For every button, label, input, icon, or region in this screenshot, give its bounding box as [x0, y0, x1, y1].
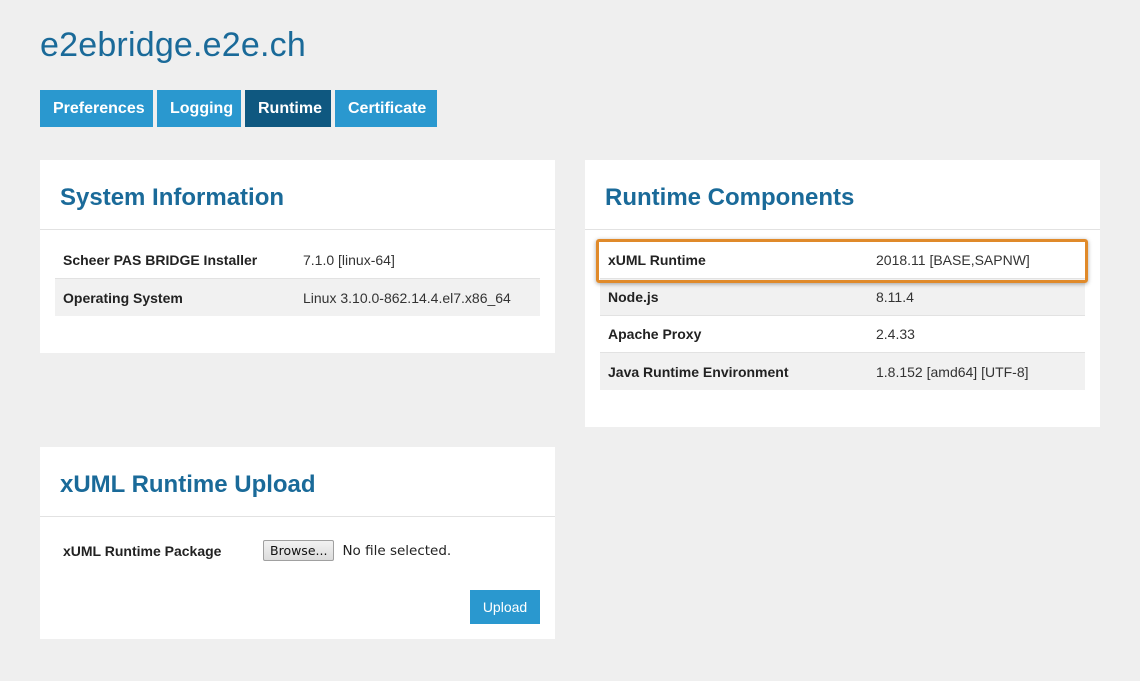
xuml-runtime-upload-panel: xUML Runtime Upload xUML Runtime Package… [40, 447, 555, 639]
table-row-xuml-runtime: xUML Runtime 2018.11 [BASE,SAPNW] [600, 242, 1085, 279]
tab-preferences[interactable]: Preferences [40, 90, 153, 127]
table-row: Operating System Linux 3.10.0-862.14.4.e… [55, 279, 540, 316]
package-label: xUML Runtime Package [63, 542, 222, 559]
table-row: Java Runtime Environment 1.8.152 [amd64]… [600, 353, 1085, 390]
row-value: 8.11.4 [876, 289, 914, 305]
browse-button[interactable]: Browse... [263, 540, 335, 561]
tab-runtime[interactable]: Runtime [245, 90, 331, 127]
row-key: Scheer PAS BRIDGE Installer [63, 252, 258, 268]
runtime-components-table: xUML Runtime 2018.11 [BASE,SAPNW] Node.j… [600, 242, 1085, 390]
row-key: Node.js [608, 289, 659, 305]
row-value: 1.8.152 [amd64] [UTF-8] [876, 363, 1029, 380]
table-row: Node.js 8.11.4 [600, 279, 1085, 316]
table-row: Apache Proxy 2.4.33 [600, 316, 1085, 353]
panel-title: Runtime Components [605, 184, 855, 211]
panel-header: System Information [40, 160, 555, 230]
row-value: 7.1.0 [linux-64] [303, 252, 395, 268]
panel-title: System Information [60, 184, 285, 211]
tab-logging[interactable]: Logging [157, 90, 241, 127]
row-key: Operating System [63, 289, 183, 306]
nav-tabs: Preferences Logging Runtime Certificate [40, 90, 441, 127]
row-key: Java Runtime Environment [608, 363, 789, 380]
row-key: Apache Proxy [608, 326, 702, 342]
row-value: Linux 3.10.0-862.14.4.el7.x86_64 [303, 289, 511, 306]
row-key: xUML Runtime [608, 252, 706, 268]
panel-header: xUML Runtime Upload [40, 447, 555, 517]
system-information-panel: System Information Scheer PAS BRIDGE Ins… [40, 160, 555, 353]
file-input-row: xUML Runtime Package Browse... No file s… [63, 540, 451, 561]
row-value: 2018.11 [BASE,SAPNW] [876, 252, 1030, 268]
page: e2ebridge.e2e.ch Preferences Logging Run… [0, 0, 1140, 681]
row-value: 2.4.33 [876, 326, 915, 342]
site-title: e2ebridge.e2e.ch [40, 26, 306, 64]
table-row: Scheer PAS BRIDGE Installer 7.1.0 [linux… [55, 242, 540, 279]
file-status-text: No file selected. [342, 542, 452, 559]
upload-button[interactable]: Upload [470, 590, 540, 624]
panel-title: xUML Runtime Upload [60, 471, 316, 498]
panel-header: Runtime Components [585, 160, 1100, 230]
runtime-components-panel: Runtime Components xUML Runtime 2018.11 … [585, 160, 1100, 427]
system-information-table: Scheer PAS BRIDGE Installer 7.1.0 [linux… [55, 242, 540, 316]
tab-certificate[interactable]: Certificate [335, 90, 437, 127]
